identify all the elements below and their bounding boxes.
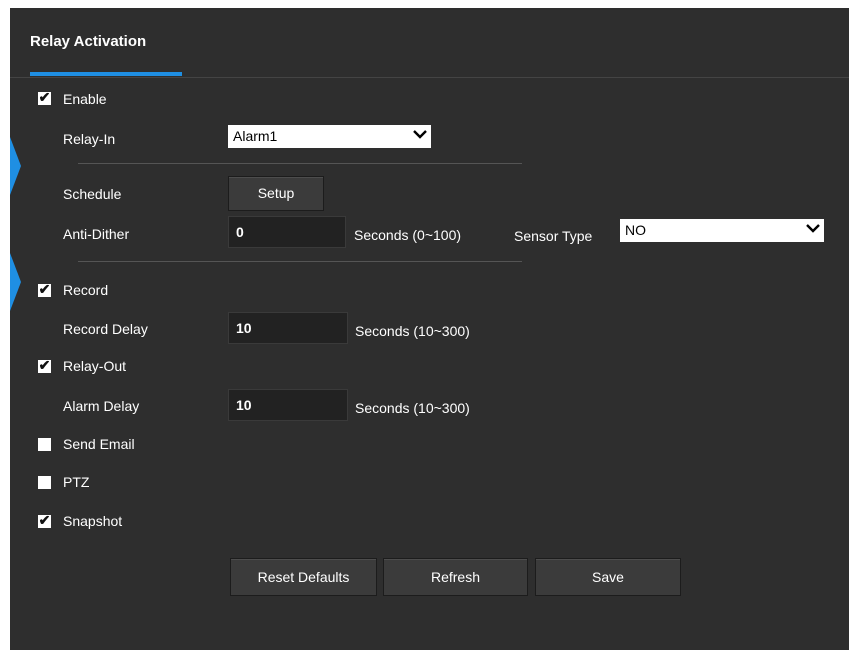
refresh-label: Refresh bbox=[430, 569, 481, 585]
schedule-setup-button[interactable]: Setup bbox=[228, 176, 324, 211]
record-label: Record bbox=[63, 282, 109, 298]
checkmark-icon: ✔ bbox=[38, 512, 51, 528]
snapshot-checkbox[interactable]: ✔ bbox=[38, 512, 51, 528]
send-email-label: Send Email bbox=[63, 436, 135, 452]
relay-in-label: Relay-In bbox=[63, 131, 116, 147]
send-email-checkbox[interactable] bbox=[38, 438, 51, 451]
alarm-delay-label: Alarm Delay bbox=[63, 398, 140, 414]
left-arrow-icon[interactable] bbox=[10, 137, 21, 195]
refresh-button[interactable]: Refresh bbox=[383, 558, 528, 596]
alarm-delay-input[interactable]: 10 bbox=[228, 389, 348, 421]
record-delay-label: Record Delay bbox=[63, 321, 148, 337]
reset-defaults-label: Reset Defaults bbox=[257, 569, 350, 585]
checkmark-icon: ✔ bbox=[38, 89, 51, 105]
left-arrow-icon[interactable] bbox=[10, 253, 21, 311]
record-delay-unit: Seconds (10~300) bbox=[355, 323, 470, 339]
setup-button-label: Setup bbox=[257, 185, 295, 201]
sensor-type-label: Sensor Type bbox=[514, 228, 593, 244]
active-tab-indicator bbox=[30, 72, 182, 76]
checkmark-icon: ✔ bbox=[38, 281, 51, 297]
enable-checkbox[interactable]: ✔ bbox=[38, 89, 51, 105]
relay-activation-panel: Relay Activation ✔ Enable Relay-In Alarm… bbox=[10, 8, 849, 650]
relay-in-select[interactable]: Alarm1 bbox=[228, 125, 431, 148]
save-label: Save bbox=[592, 569, 624, 585]
chevron-down-icon bbox=[806, 224, 820, 233]
reset-defaults-button[interactable]: Reset Defaults bbox=[230, 558, 377, 596]
anti-dither-input[interactable]: 0 bbox=[228, 216, 346, 248]
alarm-delay-unit: Seconds (10~300) bbox=[355, 400, 470, 416]
ptz-label: PTZ bbox=[63, 474, 90, 490]
save-button[interactable]: Save bbox=[535, 558, 681, 596]
tab-relay-activation[interactable]: Relay Activation bbox=[30, 33, 146, 50]
relay-out-label: Relay-Out bbox=[63, 358, 127, 374]
relay-in-value: Alarm1 bbox=[233, 128, 278, 144]
relay-out-checkbox[interactable]: ✔ bbox=[38, 357, 51, 373]
chevron-down-icon bbox=[413, 130, 427, 139]
enable-label: Enable bbox=[63, 91, 107, 107]
sensor-type-select[interactable]: NO bbox=[620, 219, 824, 242]
record-checkbox[interactable]: ✔ bbox=[38, 281, 51, 297]
snapshot-label: Snapshot bbox=[63, 513, 123, 529]
header-divider bbox=[10, 77, 849, 78]
anti-dither-label: Anti-Dither bbox=[63, 226, 130, 242]
section-separator bbox=[78, 163, 522, 164]
schedule-label: Schedule bbox=[63, 186, 122, 202]
record-delay-input[interactable]: 10 bbox=[228, 312, 348, 344]
anti-dither-unit: Seconds (0~100) bbox=[354, 227, 462, 243]
ptz-checkbox[interactable] bbox=[38, 476, 51, 489]
sensor-type-value: NO bbox=[625, 222, 646, 238]
checkmark-icon: ✔ bbox=[38, 357, 51, 373]
section-separator bbox=[78, 261, 522, 262]
